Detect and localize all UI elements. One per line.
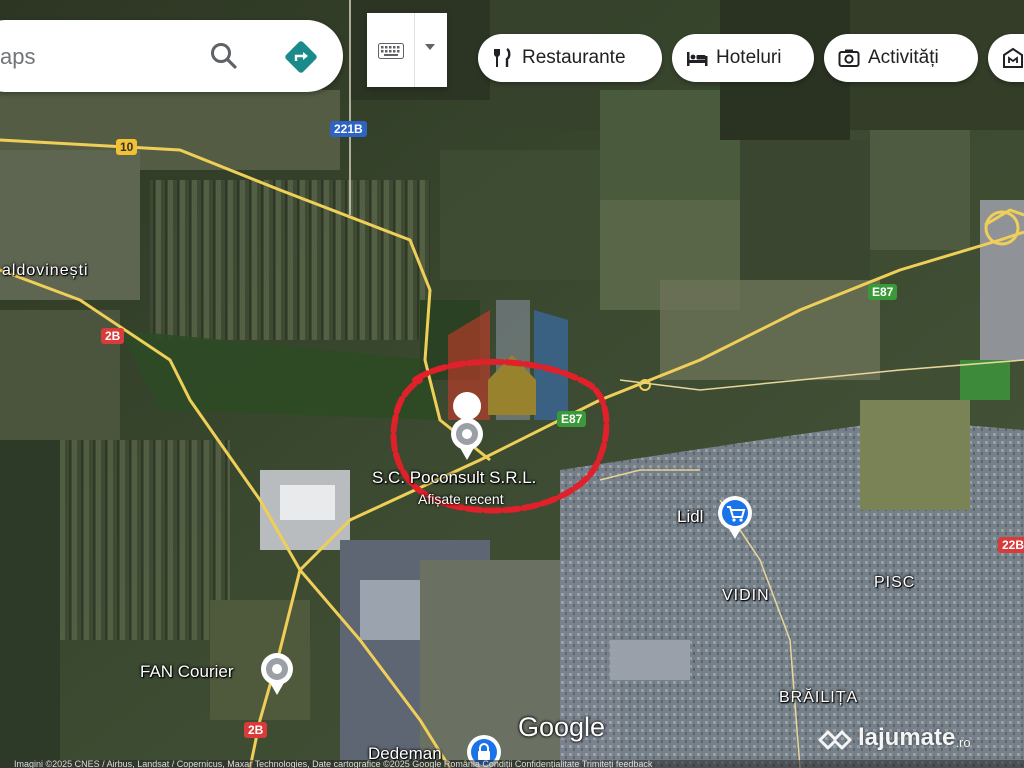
watermark-tld: .ro — [955, 734, 971, 750]
road-shield-221b: 221B — [330, 121, 367, 137]
road-shield-2b-south: 2B — [244, 722, 268, 738]
search-box[interactable]: aps — [0, 20, 343, 92]
dropdown-arrow-icon[interactable] — [425, 43, 435, 51]
google-logo: Google — [518, 712, 606, 742]
fork-knife-icon — [494, 48, 511, 67]
poi-label-lidl[interactable]: Lidl — [677, 507, 703, 527]
place-label-brailita: BRĂILIȚA — [779, 689, 859, 706]
poi-label-poconsult[interactable]: S.C. Poconsult S.R.L. — [372, 468, 536, 488]
museum-icon — [1003, 47, 1023, 68]
road-shield-2b: 2B — [101, 328, 125, 344]
satellite-map[interactable] — [0, 0, 1024, 768]
road-shield-10: 10 — [116, 139, 138, 155]
road-shield-22b: 22B — [998, 537, 1024, 553]
road-shield-e87: E87 — [868, 284, 898, 300]
lajumate-logo-icon — [818, 730, 852, 750]
chip-activities-label: Activități — [868, 47, 939, 68]
search-icon[interactable] — [208, 40, 240, 72]
chip-restaurants-label: Restaurante — [522, 47, 626, 68]
keyboard-icon[interactable] — [378, 43, 404, 59]
bed-icon — [687, 52, 708, 66]
poi-label-fan-courier[interactable]: FAN Courier — [140, 662, 234, 682]
place-label-vidin: VIDIN — [722, 587, 770, 604]
watermark-text: lajumate — [858, 724, 956, 751]
directions-icon[interactable] — [284, 40, 318, 74]
chip-activities[interactable]: Activități — [824, 34, 978, 82]
search-input[interactable]: aps — [0, 44, 35, 70]
input-tools-divider — [414, 13, 415, 87]
place-label-baldovinesti: aldovinești — [2, 262, 89, 279]
map-attribution: Imagini ©2025 CNES / Airbus, Landsat / C… — [0, 760, 1024, 768]
lajumate-watermark: lajumate .ro — [818, 724, 971, 752]
chip-hotels[interactable]: Hoteluri — [672, 34, 814, 82]
poi-sublabel-recent: Afișate recent — [418, 491, 504, 507]
camera-icon — [838, 49, 860, 67]
input-tools[interactable] — [367, 13, 447, 87]
chip-hotels-label: Hoteluri — [716, 47, 782, 68]
chip-restaurants[interactable]: Restaurante — [478, 34, 662, 82]
place-label-pisc: PISC — [874, 574, 916, 591]
road-shield-e87-center: E87 — [557, 411, 587, 427]
